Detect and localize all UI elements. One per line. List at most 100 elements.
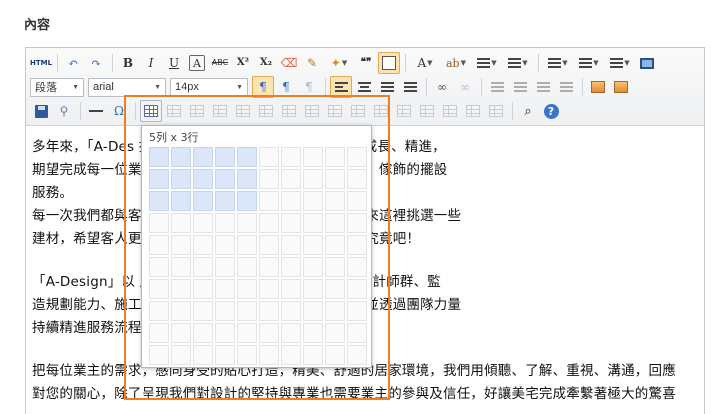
table-grid-cell[interactable] (303, 323, 323, 343)
font-family-select[interactable]: arial ▼ (88, 77, 166, 97)
blockquote-button[interactable]: ❝❞ (355, 52, 377, 74)
table-grid-cell[interactable] (347, 191, 367, 211)
highlight-color-button[interactable]: ab ▼ (441, 52, 471, 74)
table-grid-cell[interactable] (149, 323, 169, 343)
ltr-direction-button[interactable]: ¶ (252, 76, 274, 98)
table-grid-cell[interactable] (215, 235, 235, 255)
table-grid-cell[interactable] (325, 169, 345, 189)
table-grid-cell[interactable] (237, 279, 257, 299)
table-grid-cell[interactable] (193, 191, 213, 211)
table-grid-cell[interactable] (171, 235, 191, 255)
table-grid-cell[interactable] (193, 213, 213, 233)
table-grid-cell[interactable] (325, 323, 345, 343)
table-grid-cell[interactable] (149, 279, 169, 299)
table-grid-cell[interactable] (303, 169, 323, 189)
table-grid-cell[interactable] (281, 235, 301, 255)
table-grid-cell[interactable] (281, 191, 301, 211)
table-grid-cell[interactable] (259, 169, 279, 189)
table-grid-cell[interactable] (149, 169, 169, 189)
table-properties-button[interactable] (462, 100, 484, 122)
table-grid-cell[interactable] (215, 323, 235, 343)
table-grid-cell[interactable] (281, 257, 301, 277)
table-grid-cell[interactable] (347, 235, 367, 255)
merge-right-button[interactable] (347, 100, 369, 122)
delete-row-button[interactable] (278, 100, 300, 122)
superscript-button[interactable]: X² (232, 52, 254, 74)
table-grid-cell[interactable] (281, 147, 301, 167)
table-grid-cell[interactable] (171, 345, 191, 365)
split-cells-button[interactable] (393, 100, 415, 122)
save-button[interactable] (30, 100, 52, 122)
table-grid-cell[interactable] (347, 169, 367, 189)
table-size-grid[interactable] (149, 147, 367, 365)
table-grid-cell[interactable] (215, 301, 235, 321)
undo-button[interactable]: ↶ (62, 52, 84, 74)
align-center-button[interactable] (353, 76, 375, 98)
table-grid-cell[interactable] (259, 345, 279, 365)
table-grid-cell[interactable] (325, 213, 345, 233)
subscript-button[interactable]: X₂ (255, 52, 277, 74)
row-spacing-top-button[interactable]: ▼ (543, 52, 573, 74)
unordered-list-button[interactable]: ▼ (503, 52, 533, 74)
table-grid-cell[interactable] (325, 235, 345, 255)
table-grid-cell[interactable] (215, 213, 235, 233)
table-grid-cell[interactable] (259, 323, 279, 343)
split-cols-button[interactable] (439, 100, 461, 122)
table-grid-cell[interactable] (281, 301, 301, 321)
font-size-select[interactable]: 14px ▼ (170, 77, 248, 97)
table-grid-cell[interactable] (171, 213, 191, 233)
indent-button[interactable]: ¶ (298, 76, 320, 98)
table-grid-cell[interactable] (193, 235, 213, 255)
table-grid-cell[interactable] (193, 257, 213, 277)
align-left-button[interactable] (330, 76, 352, 98)
insert-col-after-button[interactable] (255, 100, 277, 122)
table-grid-cell[interactable] (149, 147, 169, 167)
table-grid-cell[interactable] (215, 147, 235, 167)
rtl-direction-button[interactable]: ¶ (275, 76, 297, 98)
image-float-right-button[interactable] (532, 76, 554, 98)
table-grid-cell[interactable] (193, 279, 213, 299)
table-grid-cell[interactable] (193, 169, 213, 189)
table-grid-cell[interactable] (149, 191, 169, 211)
split-rows-button[interactable] (416, 100, 438, 122)
table-grid-cell[interactable] (325, 345, 345, 365)
strikethrough-button[interactable]: ABC (209, 52, 231, 74)
insert-row-before-button[interactable] (186, 100, 208, 122)
paragraph-format-select[interactable]: 段落 ▼ (30, 77, 84, 97)
table-grid-cell[interactable] (171, 147, 191, 167)
table-grid-cell[interactable] (215, 257, 235, 277)
table-grid-cell[interactable] (237, 147, 257, 167)
font-color-button[interactable]: A ▼ (410, 52, 440, 74)
help-button[interactable]: ? (540, 100, 562, 122)
table-grid-cell[interactable] (259, 279, 279, 299)
table-grid-cell[interactable] (171, 257, 191, 277)
table-grid-cell[interactable] (193, 323, 213, 343)
table-grid-cell[interactable] (259, 301, 279, 321)
table-grid-cell[interactable] (215, 345, 235, 365)
table-grid-cell[interactable] (237, 301, 257, 321)
table-grid-cell[interactable] (171, 279, 191, 299)
table-grid-cell[interactable] (193, 147, 213, 167)
insert-row-after-button[interactable] (209, 100, 231, 122)
special-char-button[interactable]: Ω (108, 100, 130, 122)
table-grid-cell[interactable] (149, 301, 169, 321)
table-grid-cell[interactable] (281, 169, 301, 189)
table-grid-cell[interactable] (171, 323, 191, 343)
table-grid-cell[interactable] (171, 191, 191, 211)
unlink-button[interactable]: ∞ (454, 76, 476, 98)
table-grid-cell[interactable] (303, 301, 323, 321)
table-grid-cell[interactable] (325, 301, 345, 321)
image-float-left-button[interactable] (509, 76, 531, 98)
table-grid-cell[interactable] (259, 213, 279, 233)
table-grid-cell[interactable] (347, 279, 367, 299)
table-grid-cell[interactable] (303, 345, 323, 365)
table-grid-cell[interactable] (237, 257, 257, 277)
image-center-button[interactable] (555, 76, 577, 98)
insert-image-button[interactable] (587, 76, 609, 98)
table-grid-cell[interactable] (215, 191, 235, 211)
insert-table-button[interactable] (140, 100, 162, 122)
table-grid-cell[interactable] (303, 147, 323, 167)
line-height-button[interactable]: ▼ (605, 52, 635, 74)
table-grid-cell[interactable] (215, 279, 235, 299)
row-spacing-bottom-button[interactable]: ▼ (574, 52, 604, 74)
